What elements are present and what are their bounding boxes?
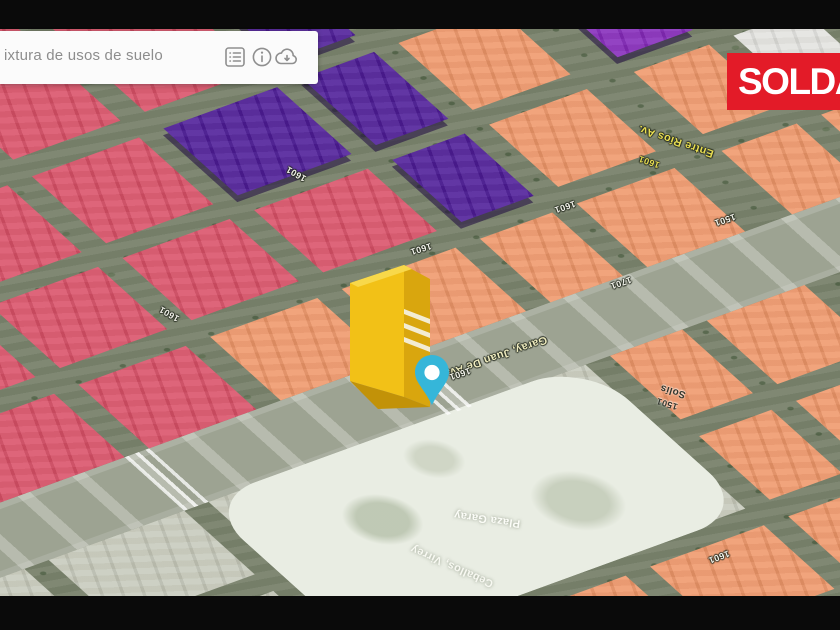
map-viewport[interactable]: Garay, Juan De Av. 1601 1601 1601 Entre Ríos…: [0, 29, 840, 596]
landuse-cell: [721, 123, 840, 215]
landuse-cell: [163, 87, 352, 196]
letterbox-top: [0, 0, 840, 29]
landuse-cell: [0, 266, 168, 369]
soldati-logo-text: SOLDA: [738, 61, 840, 102]
list-icon[interactable]: [224, 46, 246, 68]
info-icon[interactable]: [251, 46, 273, 68]
landuse-cell: [392, 133, 534, 223]
landuse-cell: [31, 137, 214, 244]
cloud-download-icon[interactable]: [274, 46, 300, 68]
letterbox-bottom: [0, 596, 840, 630]
landuse-cell: [489, 89, 656, 187]
app-window: Garay, Juan De Av. 1601 1601 1601 Entre Ríos…: [0, 0, 840, 630]
landuse-cell: [543, 29, 693, 58]
legend-panel: ixtura de usos de suelo: [0, 31, 318, 84]
map-pin[interactable]: [413, 354, 451, 408]
landuse-cell: [122, 218, 299, 321]
soldati-logo: SOLDA: [727, 53, 840, 110]
panel-title: ixtura de usos de suelo: [4, 47, 163, 64]
